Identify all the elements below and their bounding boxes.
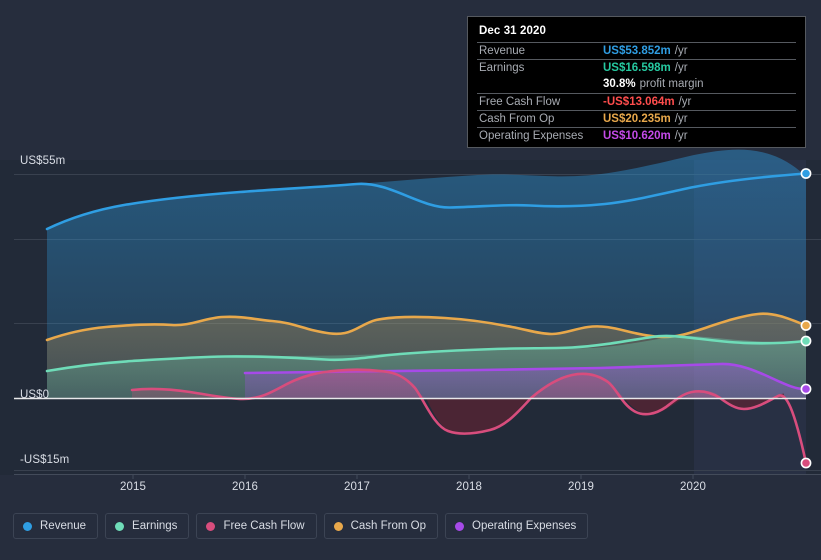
x-axis-ticks bbox=[132, 474, 694, 479]
tooltip-value-free-cash-flow: -US$13.064m bbox=[603, 95, 675, 108]
legend-dot-free-cash-flow-icon bbox=[206, 521, 216, 531]
x-axis-label-2016: 2016 bbox=[232, 481, 258, 493]
x-axis-label-2020: 2020 bbox=[680, 481, 706, 493]
x-axis-label-2018: 2018 bbox=[456, 481, 482, 493]
tooltip-value-earnings: US$16.598m bbox=[603, 61, 671, 74]
tooltip-row-revenue: Revenue US$53.852m /yr bbox=[477, 42, 796, 59]
tooltip-row-earnings: Earnings US$16.598m /yr bbox=[477, 59, 796, 76]
tooltip-unit-revenue: /yr bbox=[674, 44, 688, 57]
legend-item-operating-expenses[interactable]: Operating Expenses bbox=[445, 513, 589, 539]
tooltip-row-free-cash-flow: Free Cash Flow -US$13.064m /yr bbox=[477, 93, 796, 110]
chart-legend: Revenue Earnings Free Cash Flow Cash Fro… bbox=[13, 513, 589, 539]
legend-dot-cash-from-op-icon bbox=[333, 521, 343, 531]
legend-label-operating-expenses: Operating Expenses bbox=[472, 520, 577, 532]
x-axis-label-2019: 2019 bbox=[568, 481, 594, 493]
legend-dot-revenue-icon bbox=[23, 521, 32, 531]
tooltip-unit-profit-margin: profit margin bbox=[639, 78, 704, 90]
tooltip-label-operating-expenses: Operating Expenses bbox=[479, 129, 584, 142]
legend-label-cash-from-op: Cash From Op bbox=[350, 520, 427, 532]
legend-item-earnings[interactable]: Earnings bbox=[105, 513, 190, 539]
y-axis-label-0: US$0 bbox=[20, 389, 50, 401]
tooltip-row-operating-expenses: Operating Expenses US$10.620m /yr bbox=[477, 127, 796, 144]
legend-dot-earnings-icon bbox=[115, 521, 125, 531]
chart-tooltip: Dec 31 2020 Revenue US$53.852m /yr Earni… bbox=[467, 16, 806, 148]
y-axis-label-55m: US$55m bbox=[20, 155, 66, 167]
tooltip-value-revenue: US$53.852m bbox=[603, 44, 671, 57]
tooltip-row-cash-from-op: Cash From Op US$20.235m /yr bbox=[477, 110, 796, 127]
legend-label-revenue: Revenue bbox=[40, 520, 87, 532]
tooltip-row-profit-margin: 30.8% profit margin bbox=[477, 76, 796, 93]
tooltip-label-free-cash-flow: Free Cash Flow bbox=[479, 95, 561, 108]
x-axis-label-2015: 2015 bbox=[120, 481, 146, 493]
tooltip-date: Dec 31 2020 bbox=[479, 25, 546, 37]
legend-dot-operating-expenses-icon bbox=[455, 521, 465, 531]
legend-label-earnings: Earnings bbox=[132, 520, 178, 532]
stock-financials-chart: US$55m US$0 -US$15m 2015 2016 2017 2018 … bbox=[0, 0, 821, 560]
legend-item-revenue[interactable]: Revenue bbox=[13, 513, 99, 539]
tooltip-label-cash-from-op: Cash From Op bbox=[479, 112, 555, 125]
tooltip-value-operating-expenses: US$10.620m bbox=[603, 129, 671, 142]
x-axis-label-2017: 2017 bbox=[344, 481, 370, 493]
tooltip-label-revenue: Revenue bbox=[479, 44, 526, 57]
tooltip-value-cash-from-op: US$20.235m bbox=[603, 112, 671, 125]
legend-item-cash-from-op[interactable]: Cash From Op bbox=[323, 513, 439, 539]
tooltip-unit-cash-from-op: /yr bbox=[674, 112, 688, 125]
tooltip-value-profit-margin: 30.8% bbox=[603, 78, 636, 90]
y-axis-label-neg15m: -US$15m bbox=[20, 454, 70, 466]
tooltip-unit-free-cash-flow: /yr bbox=[678, 95, 692, 108]
tooltip-unit-operating-expenses: /yr bbox=[674, 129, 688, 142]
legend-item-free-cash-flow[interactable]: Free Cash Flow bbox=[196, 513, 317, 539]
tooltip-unit-earnings: /yr bbox=[674, 61, 688, 74]
legend-label-free-cash-flow: Free Cash Flow bbox=[223, 520, 305, 532]
tooltip-label-earnings: Earnings bbox=[479, 61, 525, 74]
